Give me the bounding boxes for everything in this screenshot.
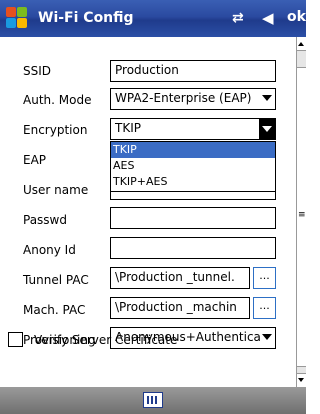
chevron-down-icon xyxy=(262,95,272,101)
encryption-value: TKIP xyxy=(115,121,141,135)
wifi-config-form: SSID Production Auth. Mode WPA2-Enterpri… xyxy=(0,37,296,387)
encryption-option[interactable]: TKIP+AES xyxy=(111,174,275,190)
encryption-select[interactable]: TKIP xyxy=(110,118,276,140)
auth-mode-value: WPA2-Enterprise (EAP) xyxy=(115,91,252,105)
verify-cert-label[interactable]: Verify Server Certificate xyxy=(34,333,177,347)
auth-mode-label: Auth. Mode xyxy=(23,93,92,107)
grip-icon: ≡ xyxy=(298,210,306,220)
tunnel-pac-browse-button[interactable]: ... xyxy=(253,267,276,289)
anony-id-label: Anony Id xyxy=(23,243,76,257)
window-title: Wi-Fi Config xyxy=(38,10,134,26)
passwd-field[interactable] xyxy=(110,207,276,229)
scroll-thumb[interactable]: ≡ xyxy=(297,67,306,367)
auth-mode-select[interactable]: WPA2-Enterprise (EAP) xyxy=(110,88,276,110)
encryption-option[interactable]: TKIP xyxy=(111,142,275,158)
user-name-label: User name xyxy=(23,183,89,197)
mach-pac-label: Mach. PAC xyxy=(23,303,86,317)
mach-pac-browse-button[interactable]: ... xyxy=(253,297,276,319)
scroll-up-icon[interactable] xyxy=(297,37,306,51)
chevron-down-icon[interactable] xyxy=(259,119,275,139)
windows-logo-icon[interactable] xyxy=(6,7,28,29)
eap-label: EAP xyxy=(23,153,47,167)
ssid-label: SSID xyxy=(23,64,52,78)
volume-icon[interactable]: ◀ xyxy=(262,9,274,27)
ok-button[interactable]: ok xyxy=(287,9,306,25)
mach-pac-field[interactable]: \Production _machin xyxy=(110,297,250,319)
encryption-dropdown-list: TKIP AES TKIP+AES xyxy=(110,141,276,192)
bottom-bar xyxy=(0,387,306,414)
encryption-label: Encryption xyxy=(23,123,88,137)
keyboard-icon[interactable] xyxy=(143,392,163,408)
tunnel-pac-field[interactable]: \Production _tunnel. xyxy=(110,267,250,289)
scroll-down-icon[interactable] xyxy=(297,373,306,387)
title-bar: Wi-Fi Config ⇄ ◀ ok xyxy=(0,0,306,37)
verify-cert-checkbox[interactable] xyxy=(8,332,23,347)
anony-id-field[interactable] xyxy=(110,237,276,259)
ssid-field[interactable]: Production xyxy=(110,60,276,82)
encryption-option[interactable]: AES xyxy=(111,158,275,174)
connectivity-icon[interactable]: ⇄ xyxy=(232,10,244,26)
vertical-scrollbar[interactable]: ≡ xyxy=(296,37,306,387)
chevron-down-icon xyxy=(262,334,272,340)
tunnel-pac-label: Tunnel PAC xyxy=(23,273,89,287)
passwd-label: Passwd xyxy=(23,213,67,227)
